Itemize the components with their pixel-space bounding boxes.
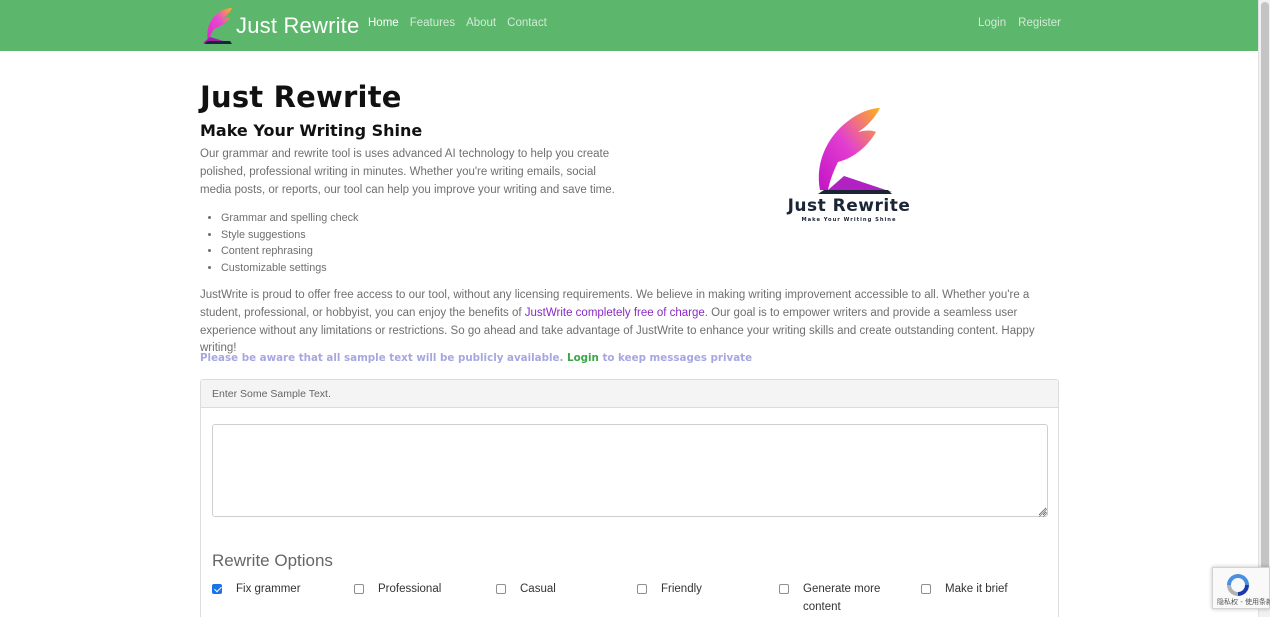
brand-link[interactable]: Just Rewrite	[200, 6, 359, 46]
page-subtitle: Make Your Writing Shine	[200, 121, 423, 140]
free-link[interactable]: JustWrite completely free of charge	[525, 307, 705, 319]
about-paragraph: JustWrite is proud to offer free access …	[200, 287, 1060, 358]
feather-logo-icon	[203, 8, 232, 44]
option-professional[interactable]: Professional	[354, 583, 458, 598]
checkbox-friendly[interactable]	[637, 584, 647, 594]
feature-item: Grammar and spelling check	[221, 210, 358, 227]
notice-text: Please be aware that all sample text wil…	[200, 352, 568, 364]
logo-title: Just Rewrite	[787, 196, 911, 216]
hero-description: Our grammar and rewrite tool is uses adv…	[200, 148, 615, 196]
rewrite-card: Enter Some Sample Text. Rewrite Options …	[200, 379, 1059, 617]
option-label: Friendly	[661, 583, 702, 595]
option-label: Generate more content	[803, 583, 881, 613]
card-header: Enter Some Sample Text.	[201, 380, 1058, 408]
nav-home[interactable]: Home	[368, 17, 399, 29]
checkbox-generate-more[interactable]	[779, 584, 789, 594]
checkbox-fix-grammar[interactable]	[212, 584, 222, 594]
nav-about[interactable]: About	[466, 17, 496, 29]
recaptcha-terms[interactable]: 隐私权 - 使用条款	[1217, 597, 1270, 607]
nav-login[interactable]: Login	[978, 17, 1006, 29]
nav-register[interactable]: Register	[1018, 17, 1061, 29]
navbar: Just Rewrite Home Features About Contact…	[0, 0, 1258, 51]
hero-logo: Just Rewrite Make Your Writing Shine	[772, 104, 926, 228]
checkbox-make-brief[interactable]	[921, 584, 931, 594]
page-scrollbar[interactable]	[1258, 0, 1270, 617]
option-label: Make it brief	[945, 583, 1008, 595]
brand-name: Just Rewrite	[236, 13, 360, 38]
feature-item: Content rephrasing	[221, 243, 358, 260]
nav-features[interactable]: Features	[410, 17, 455, 29]
option-casual[interactable]: Casual	[496, 583, 600, 598]
resize-handle[interactable]	[1039, 509, 1047, 517]
option-make-brief[interactable]: Make it brief	[921, 583, 1025, 598]
notice-text-end: to keep messages private	[598, 352, 753, 364]
scrollbar-thumb[interactable]	[1261, 2, 1269, 604]
logo-tagline: Make Your Writing Shine	[801, 217, 897, 223]
feature-item: Customizable settings	[221, 260, 358, 277]
notice-login-link[interactable]: Login	[567, 352, 599, 364]
option-label: Professional	[378, 583, 442, 595]
option-friendly[interactable]: Friendly	[637, 583, 741, 598]
checkbox-professional[interactable]	[354, 584, 364, 594]
nav-auth-links: Login Register	[978, 17, 1073, 29]
option-label: Casual	[520, 583, 556, 595]
recaptcha-badge[interactable]: 隐私权 - 使用条款	[1212, 567, 1270, 609]
privacy-notice: Please be aware that all sample text wil…	[200, 352, 752, 364]
page-title: Just Rewrite	[200, 80, 402, 114]
option-fix-grammar[interactable]: Fix grammer	[212, 583, 316, 598]
nav-links: Home Features About Contact	[368, 17, 558, 29]
feature-item: Style suggestions	[221, 227, 358, 244]
feature-list: Grammar and spelling check Style suggest…	[221, 210, 358, 276]
options-title: Rewrite Options	[212, 551, 333, 570]
sample-text-input[interactable]	[212, 424, 1048, 517]
option-label: Fix grammer	[236, 583, 301, 595]
recaptcha-icon	[1227, 574, 1249, 596]
checkbox-casual[interactable]	[496, 584, 506, 594]
option-generate-more[interactable]: Generate more content	[779, 583, 883, 616]
nav-contact[interactable]: Contact	[507, 17, 547, 29]
